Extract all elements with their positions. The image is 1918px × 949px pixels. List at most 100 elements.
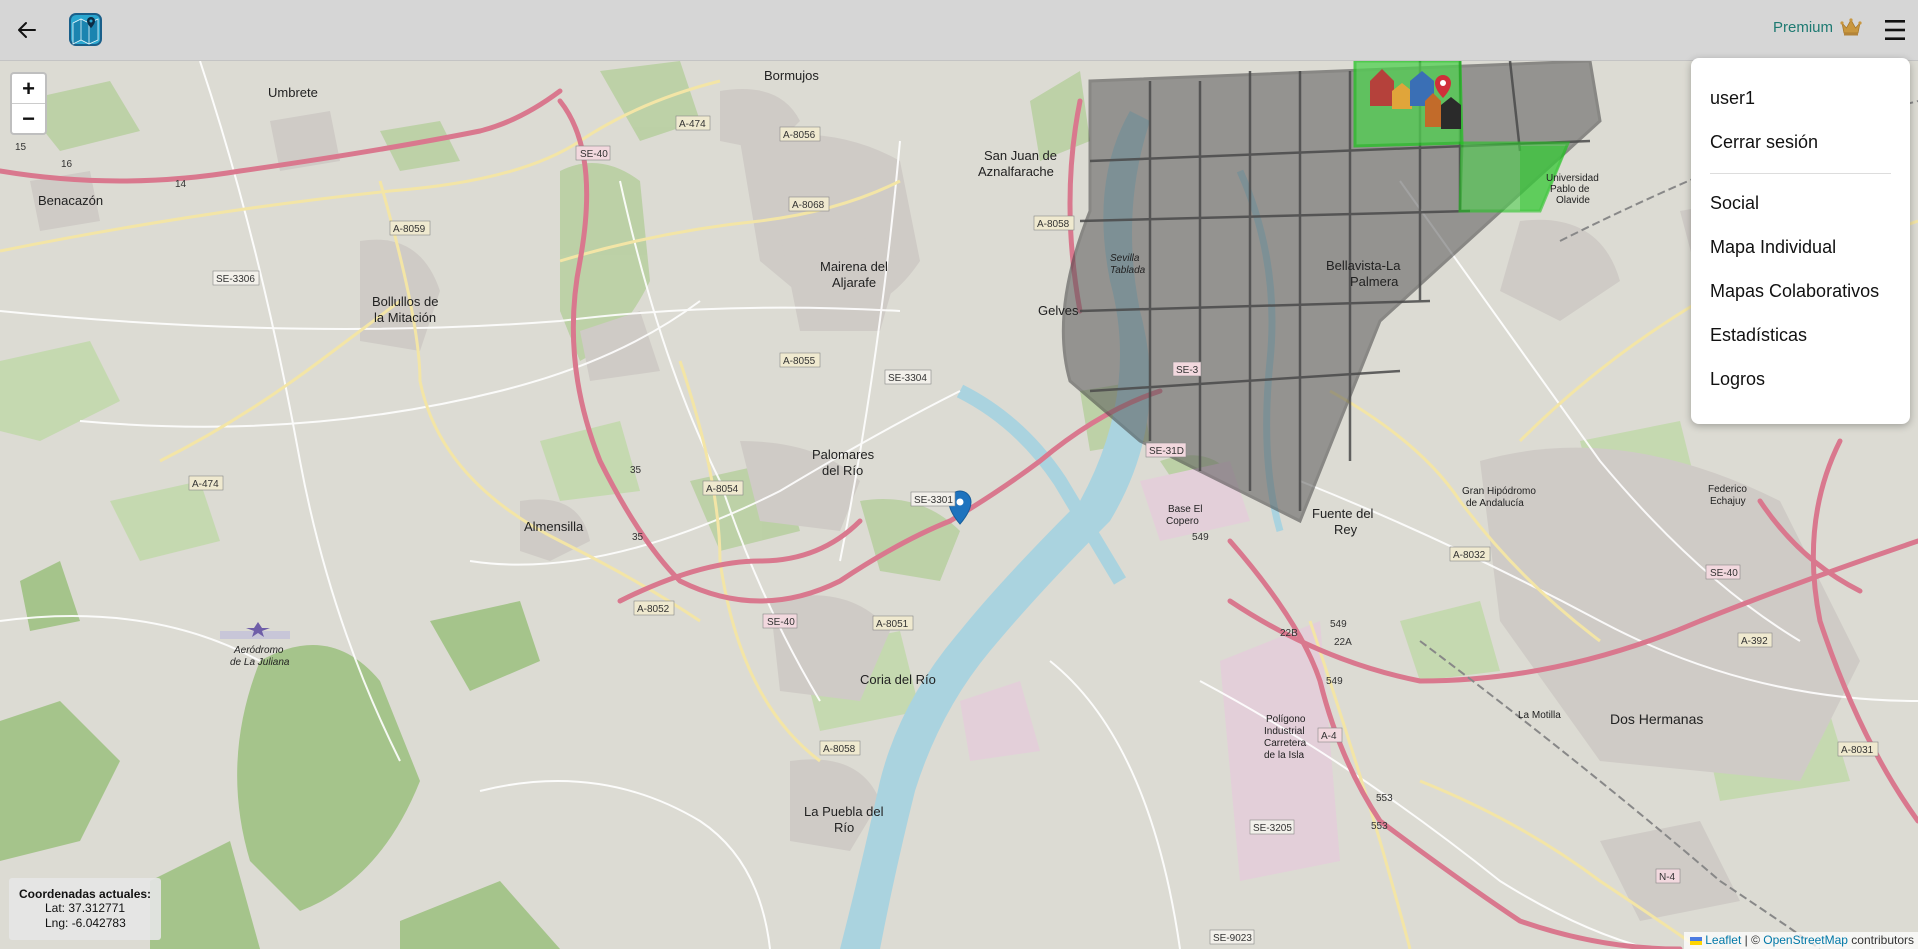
svg-text:A-392: A-392 (1741, 636, 1768, 647)
menu-divider (1710, 173, 1891, 174)
svg-text:A-8058: A-8058 (823, 744, 856, 755)
svg-text:Bellavista-La: Bellavista-La (1326, 258, 1401, 273)
svg-text:Copero: Copero (1166, 516, 1199, 527)
map-view[interactable]: Bormujos Umbrete Benacazón San Juan de A… (0, 61, 1918, 949)
svg-text:22B: 22B (1280, 628, 1298, 639)
svg-text:Fuente del: Fuente del (1312, 506, 1374, 521)
longitude-value: Lng: -6.042783 (45, 916, 126, 930)
svg-text:Dos Hermanas: Dos Hermanas (1610, 711, 1703, 727)
svg-text:549: 549 (1330, 619, 1347, 630)
svg-text:del Río: del Río (822, 463, 863, 478)
svg-text:A-8031: A-8031 (1841, 745, 1874, 756)
svg-text:Sevilla: Sevilla (1110, 253, 1140, 264)
menu-logout[interactable]: Cerrar sesión (1710, 132, 1818, 153)
svg-text:A-8052: A-8052 (637, 604, 670, 615)
svg-text:SE-9023: SE-9023 (1213, 933, 1252, 944)
svg-text:N-4: N-4 (1659, 872, 1676, 883)
svg-text:SE-3205: SE-3205 (1253, 823, 1292, 834)
svg-text:Aljarafe: Aljarafe (832, 275, 876, 290)
svg-text:A-8058: A-8058 (1037, 219, 1070, 230)
leaflet-link[interactable]: Leaflet (1705, 933, 1741, 947)
menu-item-collaborative-maps[interactable]: Mapas Colaborativos (1710, 281, 1879, 302)
premium-button[interactable]: Premium (1773, 18, 1862, 36)
svg-text:Rey: Rey (1334, 522, 1358, 537)
svg-text:de Andalucía: de Andalucía (1466, 498, 1524, 509)
svg-text:Tablada: Tablada (1110, 265, 1146, 276)
svg-text:Umbrete: Umbrete (268, 85, 318, 100)
svg-text:Aznalfarache: Aznalfarache (978, 164, 1054, 179)
svg-text:35: 35 (630, 465, 642, 476)
svg-text:SE-3304: SE-3304 (888, 373, 927, 384)
svg-text:14: 14 (175, 179, 187, 190)
svg-text:La Puebla del: La Puebla del (804, 804, 884, 819)
svg-text:Río: Río (834, 820, 854, 835)
svg-text:A-8059: A-8059 (393, 224, 426, 235)
svg-text:549: 549 (1326, 676, 1343, 687)
svg-text:SE-40: SE-40 (580, 149, 608, 160)
svg-text:Carretera: Carretera (1264, 738, 1307, 749)
svg-text:Universidad: Universidad (1546, 173, 1599, 184)
svg-text:A-474: A-474 (679, 119, 706, 130)
zoom-out-button[interactable]: − (12, 103, 45, 133)
svg-text:Base El: Base El (1168, 504, 1202, 515)
svg-text:SE-3301: SE-3301 (914, 495, 953, 506)
svg-text:A-8051: A-8051 (876, 619, 909, 630)
svg-text:la Mitación: la Mitación (374, 310, 436, 325)
svg-text:Palomares: Palomares (812, 447, 875, 462)
svg-text:A-8056: A-8056 (783, 130, 816, 141)
svg-text:de la Isla: de la Isla (1264, 750, 1304, 761)
svg-text:SE-31D: SE-31D (1149, 446, 1184, 457)
menu-username[interactable]: user1 (1710, 88, 1755, 109)
svg-text:A-8055: A-8055 (783, 356, 816, 367)
map-tiles[interactable]: Bormujos Umbrete Benacazón San Juan de A… (0, 61, 1918, 949)
openstreetmap-link[interactable]: OpenStreetMap (1763, 933, 1848, 947)
svg-text:Almensilla: Almensilla (524, 519, 584, 534)
svg-text:Polígono: Polígono (1266, 714, 1306, 725)
app-logo-icon[interactable] (69, 13, 102, 46)
premium-label: Premium (1772, 18, 1833, 36)
current-coordinates-panel: Coordenadas actuales: Lat: 37.312771 Lng… (9, 878, 161, 940)
svg-text:San Juan de: San Juan de (984, 148, 1057, 163)
menu-item-social[interactable]: Social (1710, 193, 1759, 214)
hamburger-menu-icon (1885, 20, 1905, 40)
svg-text:Benacazón: Benacazón (38, 193, 103, 208)
svg-text:553: 553 (1371, 821, 1388, 832)
svg-text:La Motilla: La Motilla (1518, 710, 1561, 721)
attribution-separator: | © (1741, 933, 1764, 947)
hamburger-menu-button[interactable] (1882, 17, 1908, 43)
arrow-left-icon (18, 22, 36, 38)
svg-text:SE-3306: SE-3306 (216, 274, 255, 285)
svg-text:SE-40: SE-40 (767, 617, 795, 628)
zoom-control: + − (10, 72, 47, 135)
svg-text:35: 35 (632, 532, 644, 543)
svg-text:16: 16 (61, 159, 73, 170)
svg-text:Coria del Río: Coria del Río (860, 672, 936, 687)
svg-text:15: 15 (15, 142, 27, 153)
map-attribution: Leaflet | © OpenStreetMap contributors (1684, 932, 1918, 949)
svg-text:SE-40: SE-40 (1710, 568, 1738, 579)
svg-text:A-8032: A-8032 (1453, 550, 1486, 561)
app-header: Premium (0, 0, 1918, 61)
svg-text:A-474: A-474 (192, 479, 219, 490)
svg-text:Federico: Federico (1708, 484, 1747, 495)
svg-text:SE-3: SE-3 (1176, 365, 1199, 376)
coordinates-title: Coordenadas actuales: (19, 887, 152, 901)
svg-text:Industrial: Industrial (1264, 726, 1305, 737)
zoom-in-button[interactable]: + (12, 74, 45, 103)
svg-text:Mairena del: Mairena del (820, 259, 888, 274)
back-button[interactable] (12, 15, 42, 45)
menu-item-statistics[interactable]: Estadísticas (1710, 325, 1807, 346)
menu-item-achievements[interactable]: Logros (1710, 369, 1765, 390)
svg-text:Gran Hipódromo: Gran Hipódromo (1462, 486, 1536, 497)
svg-text:A-8054: A-8054 (706, 484, 739, 495)
svg-text:de La Juliana: de La Juliana (230, 657, 290, 668)
svg-text:A-8068: A-8068 (792, 200, 825, 211)
svg-text:22A: 22A (1334, 637, 1352, 648)
ukraine-flag-icon (1690, 937, 1703, 945)
svg-text:A-4: A-4 (1321, 731, 1337, 742)
svg-text:Bormujos: Bormujos (764, 68, 819, 83)
svg-text:Gelves: Gelves (1038, 303, 1079, 318)
user-dropdown-menu: user1 Cerrar sesión Social Mapa Individu… (1691, 58, 1910, 424)
svg-text:Pablo de: Pablo de (1550, 184, 1590, 195)
menu-item-individual-map[interactable]: Mapa Individual (1710, 237, 1836, 258)
